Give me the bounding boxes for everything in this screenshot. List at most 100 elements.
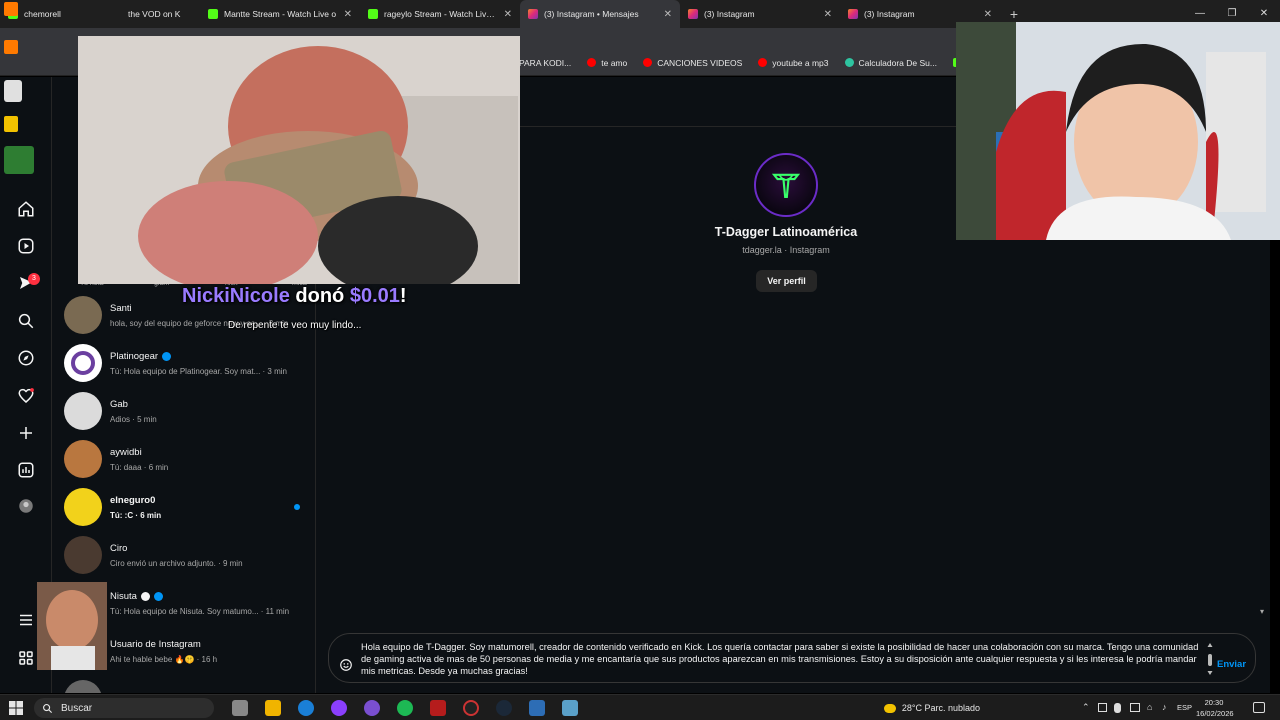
avatar xyxy=(64,488,102,526)
browser-tab[interactable]: Mantte Stream - Watch Live o ✕ xyxy=(200,0,360,28)
windows-start-icon[interactable] xyxy=(9,701,23,715)
menu-icon[interactable] xyxy=(16,610,36,630)
bookmark[interactable]: Calculadora De Su... xyxy=(844,57,937,68)
notification-badge: 3 xyxy=(28,273,40,285)
profile-subtitle: tdagger.la · Instagram xyxy=(742,245,830,255)
bookmark[interactable]: CANCIONES VIDEOS xyxy=(643,58,742,68)
search-icon xyxy=(43,703,53,713)
webcam-feed xyxy=(956,22,1280,240)
conversation-item[interactable]: Platinogear Tú: Hola equipo de Platinogea… xyxy=(64,341,312,385)
heart-icon[interactable] xyxy=(16,386,36,406)
close-icon[interactable]: ✕ xyxy=(824,9,832,20)
reaction-gif xyxy=(78,36,520,284)
app-icon[interactable] xyxy=(430,700,446,716)
conversation-name: Platinogear xyxy=(110,350,159,362)
task-view-icon[interactable] xyxy=(232,700,248,716)
clock-date: 16/02/2026 xyxy=(1196,709,1234,718)
spotify-icon[interactable] xyxy=(397,700,413,716)
donor-name: NickiNicole xyxy=(182,285,290,307)
notifications-icon[interactable] xyxy=(1253,702,1265,713)
microphone-icon[interactable] xyxy=(1114,703,1121,713)
conversation-item[interactable]: zzbb xyxy=(64,677,312,693)
t-dagger-logo-icon xyxy=(771,173,801,198)
profile-avatar-icon[interactable] xyxy=(16,496,36,516)
profile-avatar[interactable] xyxy=(754,153,818,217)
bookmark-label: Calculadora De Su... xyxy=(858,57,937,68)
kick-icon xyxy=(208,9,218,19)
volume-icon[interactable]: ♪ xyxy=(1162,702,1167,712)
browser-tab[interactable]: (3) Instagram ✕ xyxy=(680,0,840,28)
app-icon[interactable] xyxy=(364,700,380,716)
avatar xyxy=(64,296,102,334)
display-icon[interactable] xyxy=(1130,703,1140,712)
platinogear-logo xyxy=(71,351,95,375)
registered-icon xyxy=(140,591,150,601)
app-icon[interactable] xyxy=(529,700,545,716)
taskbar-search[interactable]: Buscar xyxy=(34,698,214,718)
browser-app-icon[interactable] xyxy=(331,700,347,716)
new-tab-button[interactable]: + xyxy=(1000,6,1028,22)
close-icon[interactable]: ✕ xyxy=(504,9,512,20)
conversation-name: aywidbi xyxy=(110,446,142,458)
home-icon[interactable] xyxy=(16,199,36,219)
reels-icon[interactable] xyxy=(16,236,36,256)
dashboard-icon[interactable] xyxy=(16,460,36,480)
bookmark[interactable]: youtube a mp3 xyxy=(758,57,829,68)
language-indicator[interactable]: ESP xyxy=(1177,703,1192,712)
tab-title: (3) Instagram xyxy=(864,9,915,19)
scroll-down-icon[interactable]: ▾ xyxy=(1260,607,1268,617)
conversation-name: Ciro xyxy=(110,542,128,554)
file-explorer-icon[interactable] xyxy=(265,700,281,716)
weather-widget[interactable]: 28°C Parc. nublado xyxy=(883,703,980,713)
verified-icon xyxy=(162,351,172,361)
youtube-icon xyxy=(587,58,597,67)
kick-icon xyxy=(368,9,378,19)
close-icon[interactable]: ✕ xyxy=(344,9,352,20)
meta-apps-icon[interactable] xyxy=(16,648,36,668)
close-icon[interactable]: ✕ xyxy=(664,9,672,20)
composer-scrollbar[interactable] xyxy=(1207,642,1213,676)
tray-icon[interactable] xyxy=(1098,703,1107,712)
conversation-item[interactable]: elneguro0 Tú: :C · 6 min xyxy=(64,485,312,529)
conversation-preview: Ciro envió un archivo adjunto. · 9 min xyxy=(110,558,243,568)
browser-tab[interactable]: the VOD on K xyxy=(120,0,200,28)
avatar xyxy=(64,392,102,430)
app-icon[interactable] xyxy=(562,700,578,716)
unread-dot xyxy=(294,504,300,510)
browser-tab[interactable]: rageylo Stream - Watch Live o ✕ xyxy=(360,0,520,28)
send-button[interactable]: Enviar xyxy=(1217,659,1246,670)
conversation-item[interactable]: Ciro Ciro envió un archivo adjunto. · 9 m… xyxy=(64,533,312,577)
explore-icon[interactable] xyxy=(16,348,36,368)
emoji-icon[interactable] xyxy=(339,658,353,672)
avatar xyxy=(64,680,102,693)
conversation-preview: Tú: :C · 6 min xyxy=(110,510,162,520)
edge-icon[interactable] xyxy=(298,700,314,716)
taskbar-clock[interactable]: 20:30 16/02/2026 xyxy=(1196,697,1234,719)
chevron-up-icon[interactable]: ⌃ xyxy=(1082,702,1090,713)
conversation-name: Gab xyxy=(110,398,128,410)
browser-tab-active[interactable]: (3) Instagram • Mensajes ✕ xyxy=(520,0,680,28)
create-icon[interactable] xyxy=(16,423,36,443)
meme-overlay xyxy=(37,582,107,670)
avatar xyxy=(64,344,102,382)
view-profile-button[interactable]: Ver perfil xyxy=(756,270,817,292)
bookmark-label: te amo xyxy=(601,57,628,68)
bookmark[interactable]: te amo xyxy=(587,58,627,68)
close-icon[interactable]: ✕ xyxy=(984,9,992,20)
obs-icon[interactable] xyxy=(463,700,479,716)
search-icon[interactable] xyxy=(16,311,36,331)
tab-title: (3) Instagram xyxy=(704,9,755,19)
verified-icon xyxy=(153,591,163,601)
conversation-item[interactable]: aywidbi Tú: daaa · 6 min xyxy=(64,437,312,481)
bookmark-label: youtube a mp3 xyxy=(772,57,829,68)
message-input[interactable]: Hola equipo de T-Dagger. Soy matumorell,… xyxy=(361,641,1209,677)
conversation-item[interactable]: Gab Adios · 5 min xyxy=(64,389,312,433)
network-icon[interactable]: ⌂ xyxy=(1147,702,1152,712)
conversation-preview: Tú: daaa · 6 min xyxy=(110,462,169,472)
youtube-icon xyxy=(758,58,768,67)
conversation-preview: Tú: Hola equipo de Platinogear. Soy mat.… xyxy=(110,366,287,376)
steam-icon[interactable] xyxy=(496,700,512,716)
avatar xyxy=(64,536,102,574)
message-composer[interactable]: Hola equipo de T-Dagger. Soy matumorell,… xyxy=(328,633,1256,683)
tab-title: rageylo Stream - Watch Live o xyxy=(384,9,498,19)
